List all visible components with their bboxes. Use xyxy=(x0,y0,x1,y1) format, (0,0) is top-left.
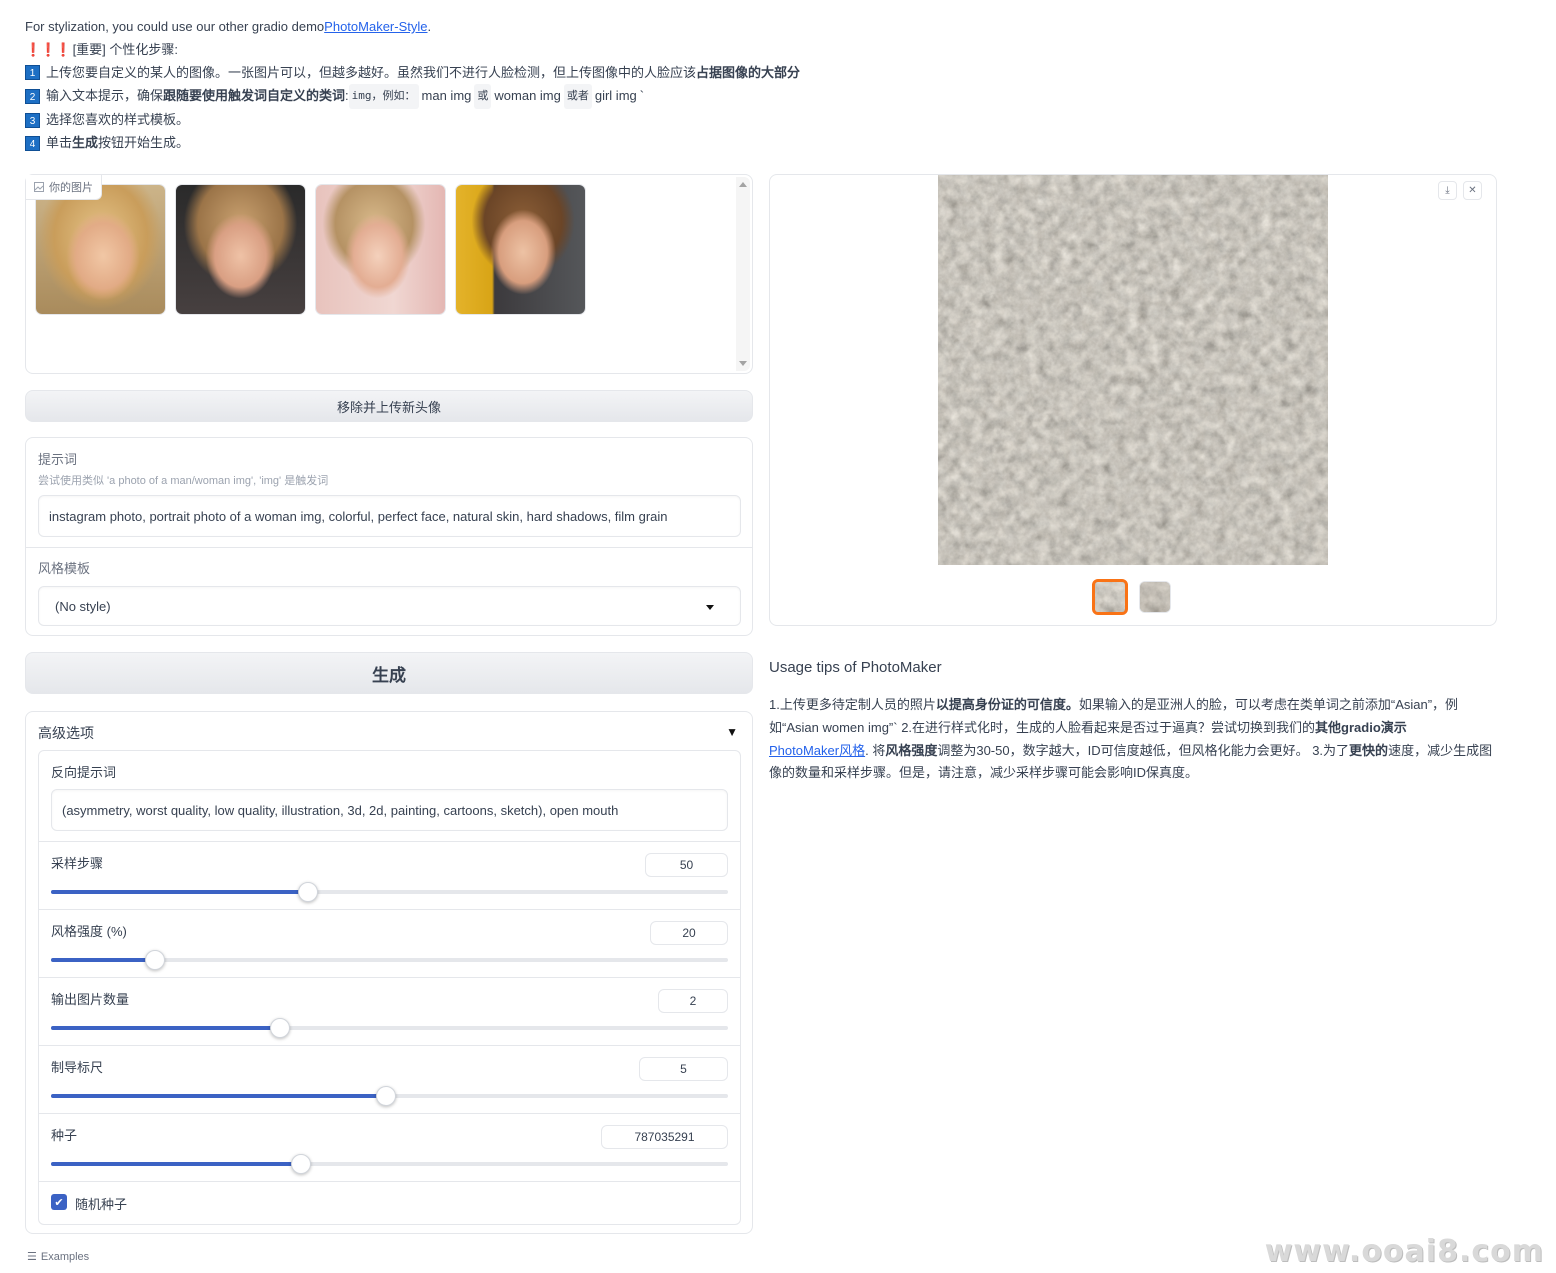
divider xyxy=(26,547,752,548)
slider-handle[interactable] xyxy=(376,1086,397,1106)
slider-number-input[interactable]: 787035291 xyxy=(601,1125,728,1149)
slider-label: 采样步骤 xyxy=(51,856,104,871)
collapse-triangle-icon[interactable]: ▼ xyxy=(726,725,738,739)
slider-track[interactable] xyxy=(51,1086,728,1106)
important-line: ❗❗❗ [重要] 个性化步骤: xyxy=(25,39,800,62)
slider-track[interactable] xyxy=(51,882,728,902)
slider-number-input[interactable]: 5 xyxy=(639,1057,728,1081)
generated-image-preview[interactable] xyxy=(938,175,1328,565)
step-1: 1 上传您要自定义的某人的图像。一张图片可以，但越多越好。虽然我们不进行人脸检测… xyxy=(25,62,800,85)
generated-image xyxy=(938,175,1328,565)
negative-prompt-input[interactable]: (asymmetry, worst quality, low quality, … xyxy=(51,789,728,831)
uploaded-photo-3[interactable] xyxy=(315,184,446,315)
upload-gallery[interactable]: 你的图片 xyxy=(25,174,753,374)
photomaker-style-link[interactable]: PhotoMaker-Style xyxy=(324,16,427,39)
list-icon: ☰ xyxy=(27,1251,37,1263)
advanced-options-title[interactable]: 高级选项 xyxy=(38,723,94,743)
prompt-info: 尝试使用类似 'a photo of a man/woman img', 'im… xyxy=(38,475,329,487)
prompt-label: 提示词 xyxy=(38,452,78,467)
slider-track[interactable] xyxy=(51,1154,728,1174)
slider-number-input[interactable]: 20 xyxy=(650,921,728,945)
advanced-options-accordion: 高级选项 ▼ 反向提示词 (asymmetry, worst quality, … xyxy=(25,711,753,1234)
slider-number-input[interactable]: 50 xyxy=(645,853,728,877)
slider-row-num-outputs: 输出图片数量 2 xyxy=(39,978,740,1046)
slider-fill xyxy=(51,1094,387,1098)
keycap-1-icon: 1 xyxy=(25,65,40,81)
checkmark-icon: ✔ xyxy=(54,1196,64,1209)
slider-fill xyxy=(51,958,155,962)
style-label: 风格模板 xyxy=(38,561,91,576)
thumbnail-image xyxy=(1095,582,1125,612)
usage-tips-title: Usage tips of PhotoMaker xyxy=(769,659,942,676)
slider-row-seed: 种子 787035291 xyxy=(39,1114,740,1182)
style-value: (No style) xyxy=(55,598,111,614)
keycap-3-icon: 3 xyxy=(25,113,40,129)
slider-handle[interactable] xyxy=(144,950,165,970)
gallery-label: 你的图片 xyxy=(26,175,102,200)
slider-number-input[interactable]: 2 xyxy=(658,989,728,1013)
step-4: 4 单击 生成 按钮开始生成。 xyxy=(25,132,800,155)
photomaker-style-link-zh[interactable]: PhotoMaker风格 xyxy=(769,743,865,758)
step-3: 3 选择您喜欢的样式模板。 xyxy=(25,109,800,132)
slider-handle[interactable] xyxy=(298,882,319,902)
uploaded-photo-4[interactable] xyxy=(455,184,586,315)
output-thumbnail-1[interactable] xyxy=(1092,579,1128,615)
slider-fill xyxy=(51,1026,280,1030)
prompt-style-block: 提示词 尝试使用类似 'a photo of a man/woman img',… xyxy=(25,437,753,636)
style-dropdown[interactable]: (No style) xyxy=(38,586,741,626)
remove-and-reupload-button[interactable]: 移除并上传新头像 xyxy=(25,390,753,422)
uploaded-photo-1[interactable] xyxy=(35,184,166,315)
negative-prompt-row: 反向提示词 (asymmetry, worst quality, low qua… xyxy=(39,751,740,842)
thumbnail-image xyxy=(1140,582,1170,612)
slider-label: 制导标尺 xyxy=(51,1060,104,1075)
step-2: 2 输入文本提示，确保 跟随要使用触发词自定义的类词 : img，例如： man… xyxy=(25,84,800,110)
slider-track[interactable] xyxy=(51,950,728,970)
image-icon xyxy=(34,182,44,192)
slider-handle[interactable] xyxy=(290,1154,311,1174)
slider-fill xyxy=(51,890,309,894)
generate-button[interactable]: 生成 xyxy=(25,652,753,694)
slider-row-style-strength: 风格强度 (%) 20 xyxy=(39,910,740,978)
uploaded-photo-2[interactable] xyxy=(175,184,306,315)
random-seed-checkbox[interactable]: ✔ xyxy=(51,1194,67,1210)
keycap-4-icon: 4 xyxy=(25,135,40,151)
random-seed-row: ✔ 随机种子 xyxy=(39,1182,740,1226)
slider-row-guidance: 制导标尺 5 xyxy=(39,1046,740,1114)
slider-track[interactable] xyxy=(51,1018,728,1038)
scroll-up-icon[interactable] xyxy=(739,182,747,187)
gallery-scrollbar[interactable] xyxy=(736,177,750,371)
slider-label: 风格强度 (%) xyxy=(51,924,127,939)
close-icon[interactable]: ✕ xyxy=(1463,181,1482,200)
output-thumbnail-2[interactable] xyxy=(1139,581,1171,613)
output-gallery: ⤓ ✕ xyxy=(769,174,1497,626)
keycap-2-icon: 2 xyxy=(25,89,40,105)
examples-label[interactable]: ☰ Examples xyxy=(27,1250,89,1264)
scroll-down-icon[interactable] xyxy=(739,361,747,366)
slider-fill xyxy=(51,1162,301,1166)
slider-label: 种子 xyxy=(51,1128,78,1143)
exclamation-icon: ❗❗❗ xyxy=(25,41,72,57)
intro-markdown: For stylization, you could use our other… xyxy=(25,16,800,155)
slider-handle[interactable] xyxy=(269,1018,290,1038)
usage-tips-text: 1.上传更多待定制人员的照片以提高身份证的可信度。如果输入的是亚洲人的脸，可以考… xyxy=(769,697,1493,781)
prompt-input[interactable]: instagram photo, portrait photo of a wom… xyxy=(38,495,741,537)
watermark: www.ooai8.com xyxy=(1264,1234,1544,1269)
stylization-line: For stylization, you could use our other… xyxy=(25,16,800,39)
download-icon[interactable]: ⤓ xyxy=(1438,181,1457,200)
random-seed-label[interactable]: 随机种子 xyxy=(75,1194,127,1213)
negative-prompt-label: 反向提示词 xyxy=(51,765,117,780)
slider-row-steps: 采样步骤 50 xyxy=(39,842,740,910)
advanced-options-panel: 反向提示词 (asymmetry, worst quality, low qua… xyxy=(38,750,741,1225)
slider-label: 输出图片数量 xyxy=(51,992,130,1007)
chevron-down-icon xyxy=(706,605,714,610)
